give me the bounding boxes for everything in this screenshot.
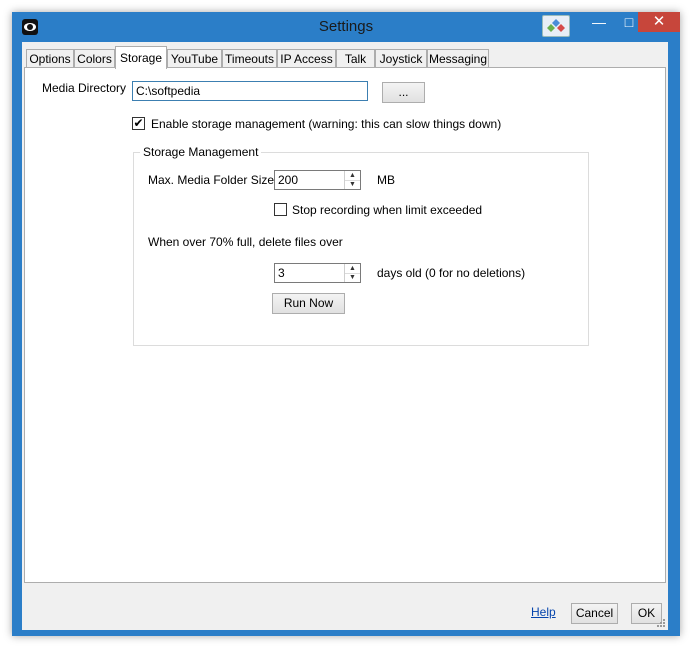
resize-grip-icon[interactable] <box>656 618 666 628</box>
days-spinner[interactable]: 3 ▲ ▼ <box>274 263 361 283</box>
days-value: 3 <box>278 266 285 280</box>
days-label: days old (0 for no deletions) <box>377 266 526 280</box>
max-size-label: Max. Media Folder Size <box>148 173 275 187</box>
spinner-down-icon[interactable]: ▼ <box>345 273 360 282</box>
tab-joystick[interactable]: Joystick <box>375 49 427 68</box>
tab-timeouts[interactable]: Timeouts <box>222 49 277 68</box>
enable-storage-checkbox[interactable]: ✔ <box>132 117 145 130</box>
media-directory-input[interactable]: C:\softpedia <box>132 81 368 101</box>
tab-youtube[interactable]: YouTube <box>167 49 222 68</box>
stop-recording-checkbox[interactable] <box>274 203 287 216</box>
max-size-spinner[interactable]: 200 ▲ ▼ <box>274 170 361 190</box>
title-bar[interactable]: Settings — □ ✕ <box>12 12 680 42</box>
stop-recording-label: Stop recording when limit exceeded <box>292 203 483 217</box>
window-title: Settings <box>318 18 374 35</box>
tab-colors[interactable]: Colors <box>74 49 115 68</box>
tab-messaging[interactable]: Messaging <box>427 49 489 68</box>
softpedia-badge-icon <box>542 15 570 37</box>
cancel-button[interactable]: Cancel <box>571 603 618 624</box>
storage-tab-page: Media Directory C:\softpedia ... ✔ Enabl… <box>24 67 666 583</box>
tab-ip-access[interactable]: IP Access <box>277 49 336 68</box>
storage-management-title: Storage Management <box>140 145 262 159</box>
over-full-label: When over 70% full, delete files over <box>148 235 343 249</box>
browse-button[interactable]: ... <box>382 82 425 103</box>
max-size-unit: MB <box>377 173 395 187</box>
help-link[interactable]: Help <box>531 605 556 619</box>
settings-window: Settings — □ ✕ Options Colors Storage Yo… <box>12 12 680 636</box>
tab-talk[interactable]: Talk <box>336 49 375 68</box>
media-directory-label: Media Directory <box>42 81 127 95</box>
spinner-down-icon[interactable]: ▼ <box>345 180 360 189</box>
tab-storage[interactable]: Storage <box>115 46 167 69</box>
run-now-button[interactable]: Run Now <box>272 293 345 314</box>
storage-management-group: Storage Management Max. Media Folder Siz… <box>133 145 589 346</box>
close-icon[interactable]: ✕ <box>638 12 680 32</box>
enable-storage-label: Enable storage management (warning: this… <box>151 117 502 131</box>
dialog-client: Options Colors Storage YouTube Timeouts … <box>22 42 668 630</box>
tab-options[interactable]: Options <box>26 49 74 68</box>
minimize-icon[interactable]: — <box>584 12 614 32</box>
max-size-value: 200 <box>278 173 299 187</box>
